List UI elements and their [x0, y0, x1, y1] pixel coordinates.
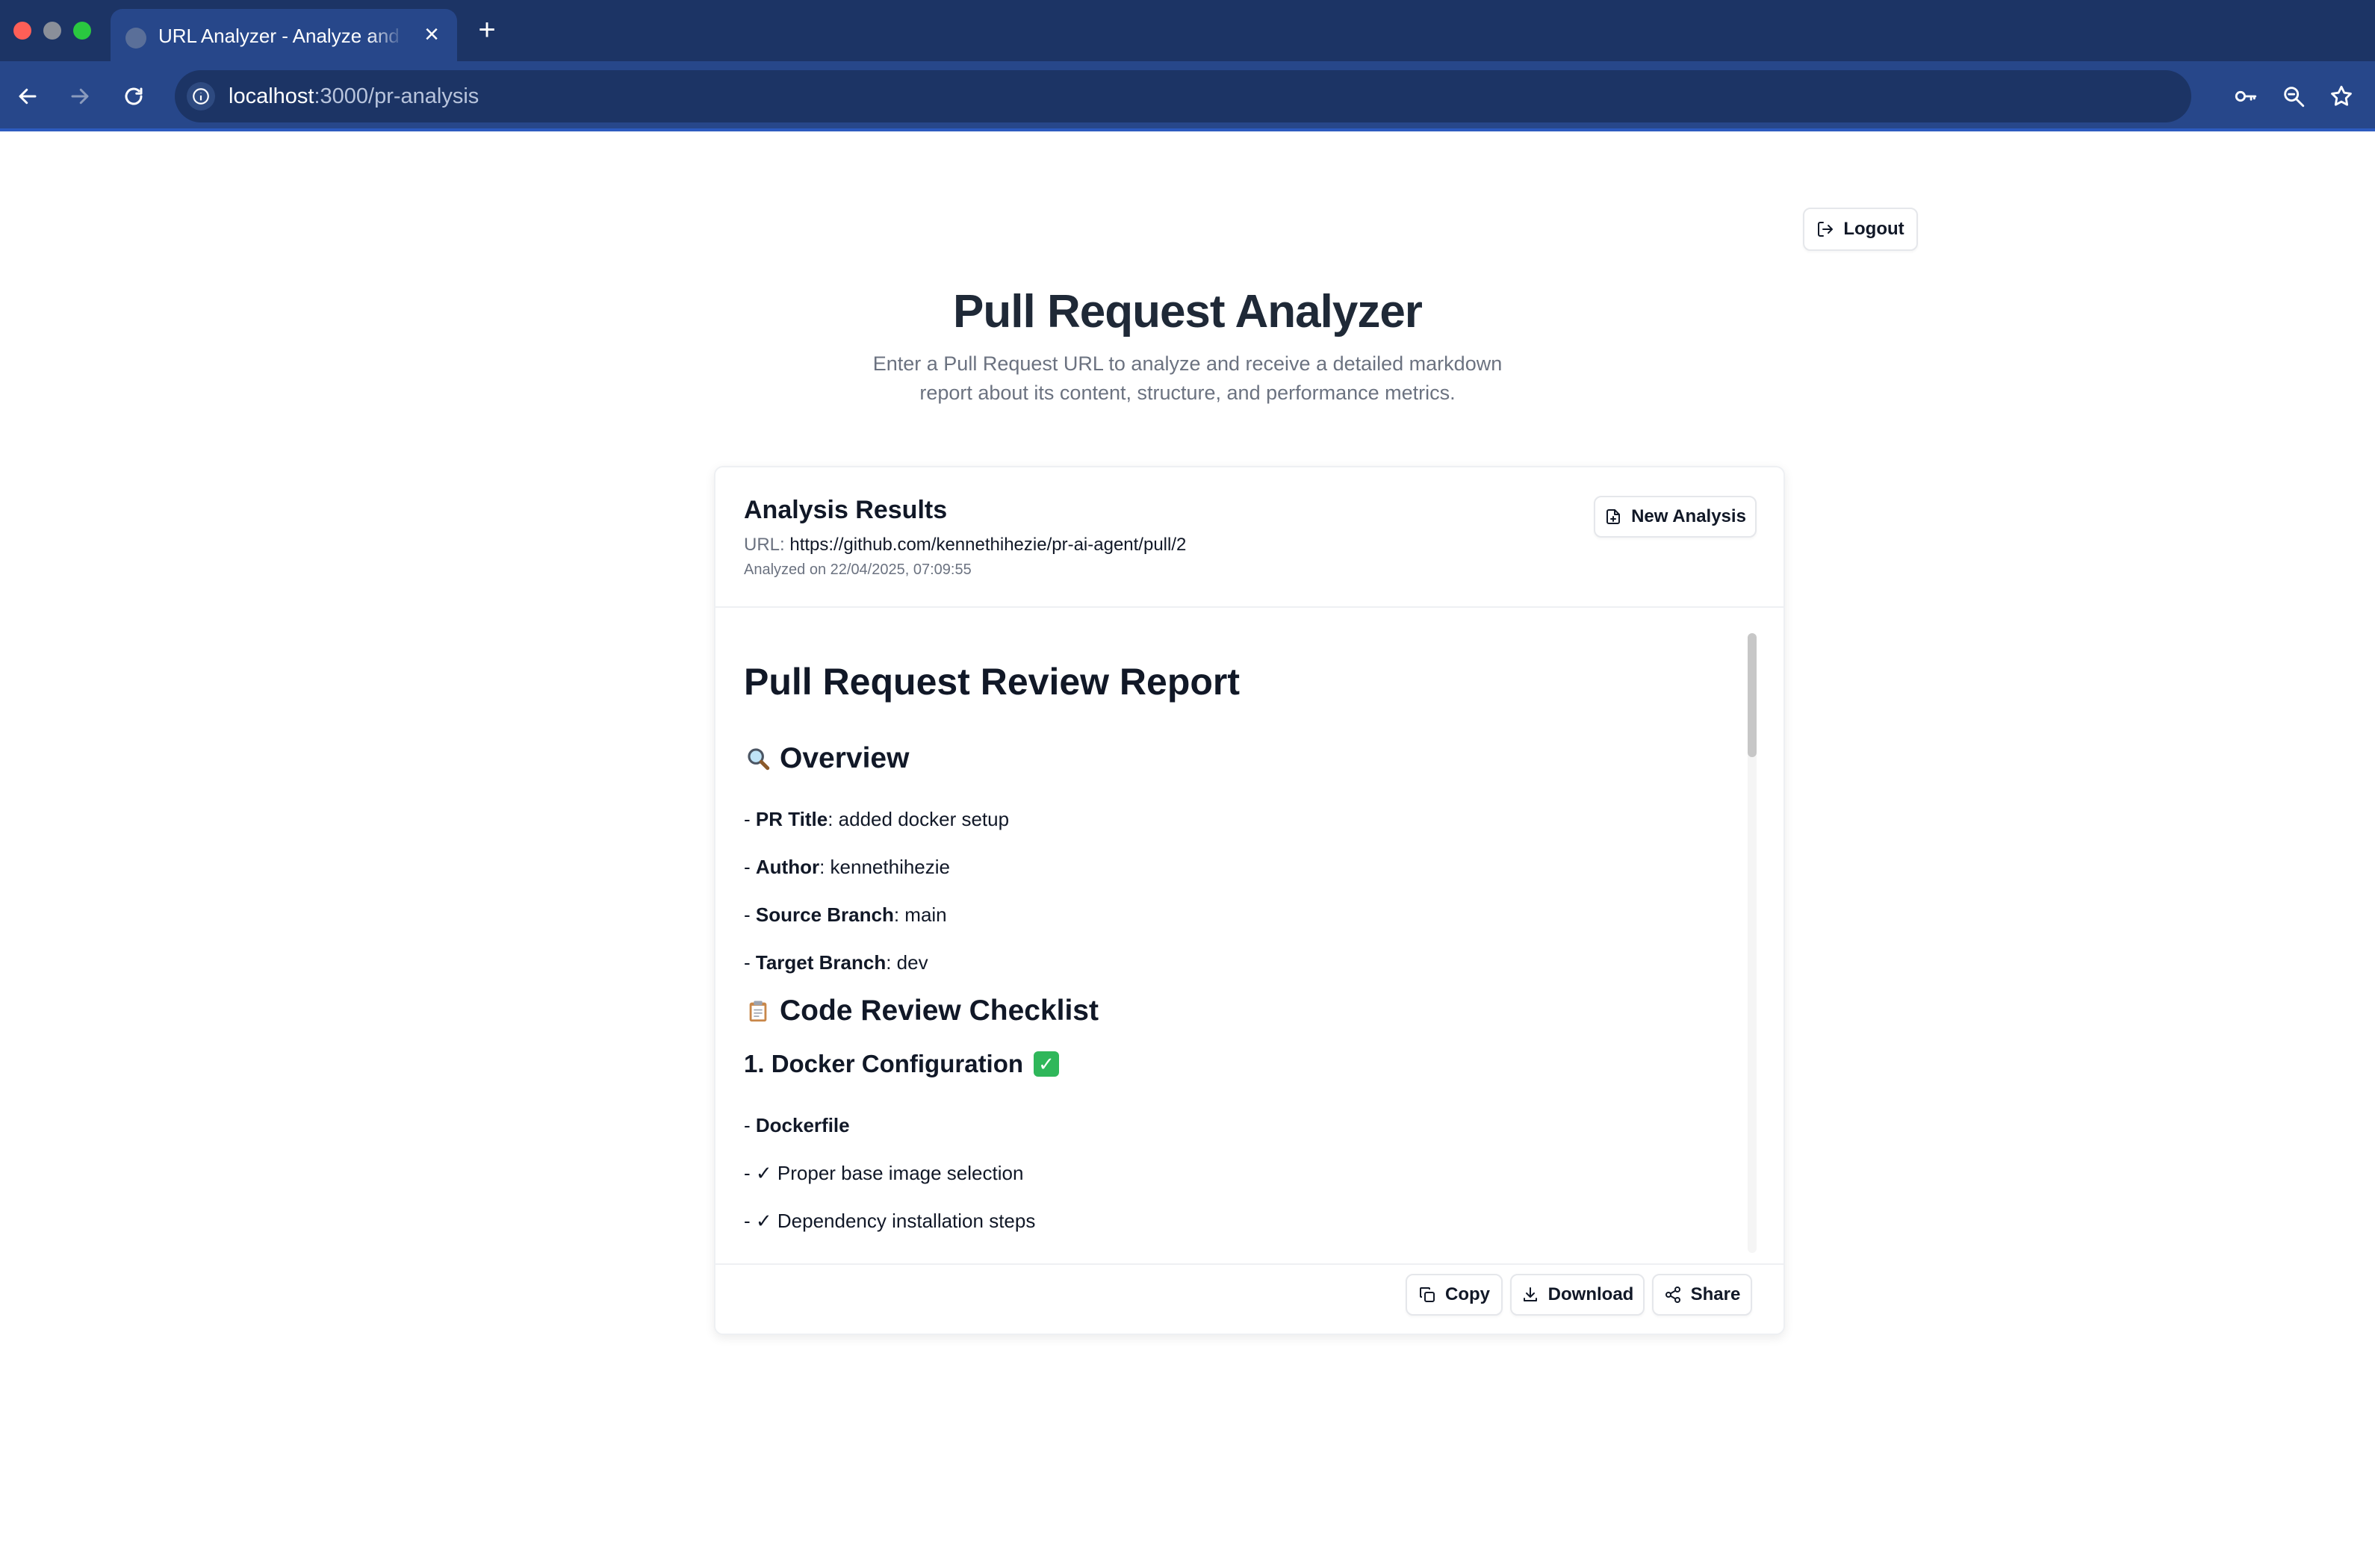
analyzed-timestamp: Analyzed on 22/04/2025, 07:09:55 [744, 561, 972, 578]
report-content: Pull Request Review Report Overview - PR… [744, 639, 1730, 1251]
browser-tab[interactable]: URL Analyzer - Analyze and Visualize × [111, 9, 457, 61]
browser-toolbar: localhost:3000/pr-analysis [0, 61, 2375, 131]
checklist-item: ✓ Proper base image selection [755, 1162, 1024, 1184]
tab-title: URL Analyzer - Analyze and Visualize [158, 25, 405, 47]
download-button[interactable]: Download [1510, 1274, 1645, 1316]
overview-key: PR Title [755, 808, 828, 830]
window-minimize-button[interactable] [43, 22, 61, 40]
overview-key: Target Branch [755, 951, 887, 974]
overview-heading: Overview [744, 742, 909, 775]
page: Logout Pull Request Analyzer Enter a Pul… [0, 131, 2375, 1568]
page-title: Pull Request Analyzer [953, 286, 1423, 337]
results-title: Analysis Results [744, 496, 948, 524]
browser-tab-strip: URL Analyzer - Analyze and Visualize × + [0, 0, 2375, 61]
download-icon [1523, 1287, 1537, 1301]
logout-icon [1818, 222, 1834, 237]
report-title: Pull Request Review Report [744, 661, 1241, 703]
reload-button[interactable] [115, 78, 152, 115]
results-header: Analysis Results URL: https://github.com… [715, 467, 1783, 608]
password-key-icon[interactable] [2227, 78, 2264, 115]
list-item: - ✓ Proper base image selection [744, 1162, 1024, 1184]
back-button[interactable] [9, 78, 46, 115]
overview-key: Author [755, 856, 820, 878]
share-label: Share [1690, 1284, 1741, 1304]
address-url[interactable]: localhost:3000/pr-analysis [229, 70, 479, 122]
list-item: - Author: kennethihezie [744, 856, 950, 878]
dockerfile-label: Dockerfile [755, 1114, 850, 1136]
url-value: https://github.com/kennethihezie/pr-ai-a… [789, 535, 1187, 555]
logout-label: Logout [1843, 219, 1904, 239]
url-host: localhost [229, 84, 314, 108]
overview-key: Source Branch [755, 903, 894, 926]
bookmark-star-icon[interactable] [2323, 78, 2360, 115]
checklist-heading: Code Review Checklist [744, 995, 1099, 1027]
arrow-left-icon [19, 88, 37, 105]
site-info-icon[interactable] [187, 82, 215, 111]
clipboard-icon [744, 997, 772, 1025]
close-icon[interactable]: × [418, 21, 445, 48]
list-item: - PR Title: added docker setup [744, 808, 1010, 830]
checklist-heading-text: Code Review Checklist [780, 995, 1099, 1027]
overview-value: : dev [886, 951, 928, 974]
logout-button[interactable]: Logout [1803, 208, 1918, 251]
reload-icon [125, 87, 143, 105]
window-maximize-button[interactable] [73, 22, 91, 40]
analysis-results-card: Analysis Results URL: https://github.com… [714, 466, 1785, 1335]
overview-value: : main [893, 903, 947, 926]
forward-button[interactable] [61, 78, 99, 115]
share-button[interactable]: Share [1652, 1274, 1752, 1316]
list-item: - Source Branch: main [744, 903, 947, 926]
list-item: - Dockerfile [744, 1114, 850, 1136]
docker-configuration-heading: 1. Docker Configuration ✓ [744, 1050, 1060, 1078]
share-icon [1665, 1287, 1680, 1303]
overview-heading-text: Overview [780, 742, 910, 774]
url-path: :3000/pr-analysis [314, 84, 479, 108]
copy-icon [1420, 1287, 1435, 1302]
magnifier-icon [744, 744, 772, 773]
results-url: URL: https://github.com/kennethihezie/pr… [744, 535, 1186, 556]
list-item: - Target Branch: dev [744, 951, 928, 974]
overview-value: : added docker setup [828, 808, 1010, 830]
new-tab-button[interactable]: + [471, 13, 503, 46]
copy-label: Copy [1445, 1284, 1490, 1304]
section-heading-text: 1. Docker Configuration [744, 1050, 1024, 1077]
report-scrollbar-thumb[interactable] [1748, 633, 1757, 757]
overview-value: : kennethihezie [819, 856, 950, 878]
arrow-right-icon [71, 88, 89, 105]
check-mark-button-icon: ✓ [1034, 1051, 1060, 1077]
new-analysis-label: New Analysis [1631, 506, 1746, 526]
new-analysis-button[interactable]: New Analysis [1594, 496, 1757, 538]
window-close-button[interactable] [13, 22, 31, 40]
page-subtitle: Enter a Pull Request URL to analyze and … [872, 352, 1503, 404]
checklist-item: ✓ Dependency installation steps [755, 1210, 1036, 1232]
file-plus-icon [1606, 509, 1621, 524]
download-label: Download [1547, 1284, 1634, 1304]
copy-button[interactable]: Copy [1406, 1274, 1503, 1316]
zoom-icon[interactable] [2275, 78, 2312, 115]
url-label: URL: [744, 535, 785, 555]
results-footer: Copy Download Share [715, 1263, 1783, 1335]
list-item: - ✓ Dependency installation steps [744, 1210, 1036, 1232]
globe-icon [125, 28, 146, 49]
address-bar[interactable]: localhost:3000/pr-analysis [175, 70, 2191, 122]
